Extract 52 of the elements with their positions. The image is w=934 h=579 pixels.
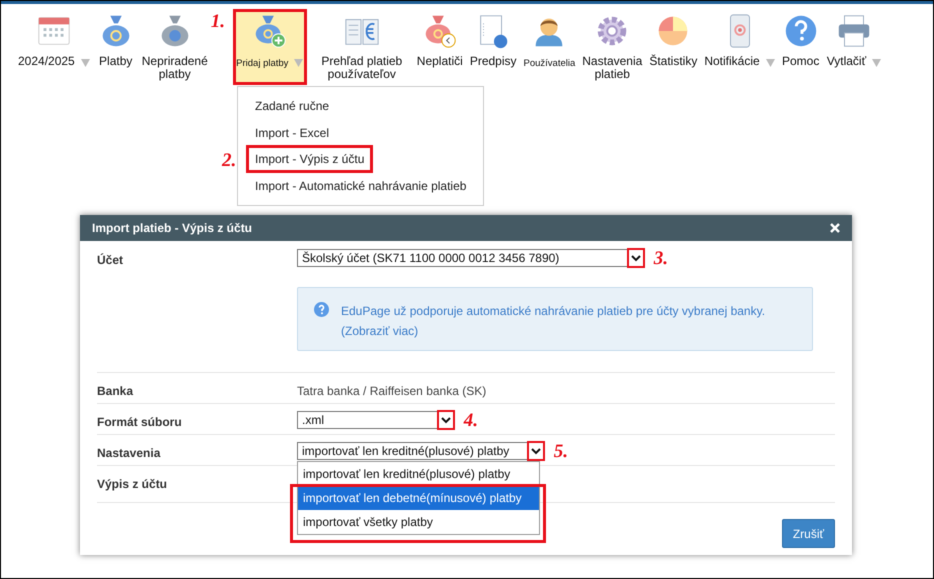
toolbar-button[interactable]: Neplatiči xyxy=(416,10,463,68)
toolbar-label: Vytlačiť xyxy=(826,55,866,68)
step-number: 1. xyxy=(210,12,226,31)
help-icon xyxy=(314,302,329,317)
toolbar-button[interactable]: Nepriradené platby xyxy=(142,10,208,81)
toolbar-button[interactable]: Pomoc xyxy=(782,10,820,68)
toolbar-label: Pomoc xyxy=(782,55,820,68)
toolbar-button[interactable]: 2024/2025 xyxy=(18,10,90,68)
toolbar-button[interactable]: Nastavenia platieb xyxy=(582,10,642,81)
toolbar-button[interactable]: Predpisy xyxy=(470,10,516,68)
toolbar-button[interactable]: Platby xyxy=(96,10,135,68)
field-label: Formát súboru xyxy=(97,414,183,431)
toolbar-button[interactable]: Notifikácie xyxy=(704,10,775,68)
toolbar-button[interactable]: Pridaj platby xyxy=(232,9,307,85)
toolbar-label: Neplatiči xyxy=(416,55,463,68)
menu-item[interactable]: Import - Excel xyxy=(255,124,330,142)
field-label: Účet xyxy=(97,252,124,269)
toolbar-label: Používatelia xyxy=(524,57,576,70)
menu-item[interactable]: Zadané ručne xyxy=(255,97,330,116)
toolbar-label: Prehľad platieb používateľov xyxy=(320,55,404,81)
toolbar-label: Platby xyxy=(99,55,132,68)
toolbar-button[interactable]: Prehľad platieb používateľov xyxy=(314,10,410,81)
field-label: Nastavenia xyxy=(97,445,162,462)
dropdown-option[interactable]: importovať len kreditné(plusové) platby xyxy=(298,462,539,486)
toolbar-label: Predpisy xyxy=(470,55,516,68)
step-number: 5. xyxy=(554,442,568,461)
bank-value: Tatra banka / Raiffeisen banka (SK) xyxy=(297,383,486,400)
toolbar-button[interactable]: Štatistiky xyxy=(649,10,698,68)
toolbar-label: Pridaj platby xyxy=(236,57,288,70)
dialog-title: Import platieb - Výpis z účtu xyxy=(92,220,252,237)
chevron-icon[interactable] xyxy=(437,410,455,430)
info-text: EduPage už podporuje automatické nahrávanie platieb pre účty vybranej banky. xyxy=(341,304,766,318)
cancel-button[interactable]: Zrušiť xyxy=(782,519,835,548)
toolbar-button[interactable]: Používatelia xyxy=(524,10,576,70)
step-number: 2. xyxy=(222,151,236,170)
close-icon[interactable] xyxy=(830,223,840,233)
dropdown-option[interactable]: importovať len debetné(mínusové) platby xyxy=(298,486,539,510)
toolbar-label: Nastavenia platieb xyxy=(582,55,642,81)
field-label: Banka xyxy=(97,383,134,400)
chevron-icon[interactable] xyxy=(627,248,645,268)
toolbar-label: Štatistiky xyxy=(649,55,698,68)
step-number: 3. xyxy=(654,249,668,268)
more-link[interactable]: (Zobraziť viac) xyxy=(341,324,418,338)
dropdown-option[interactable]: importovať všetky platby xyxy=(298,510,539,534)
chevron-icon[interactable] xyxy=(527,441,545,461)
menu-item[interactable]: Import - Automatické nahrávanie platieb xyxy=(255,176,466,195)
toolbar-button[interactable]: Vytlačiť xyxy=(826,10,882,68)
toolbar-label: Nepriradené platby xyxy=(142,55,208,81)
toolbar-label: 2024/2025 xyxy=(18,55,75,68)
step-number: 4. xyxy=(464,411,478,430)
toolbar-label: Notifikácie xyxy=(704,55,760,68)
field-label: Výpis z účtu xyxy=(97,476,168,493)
